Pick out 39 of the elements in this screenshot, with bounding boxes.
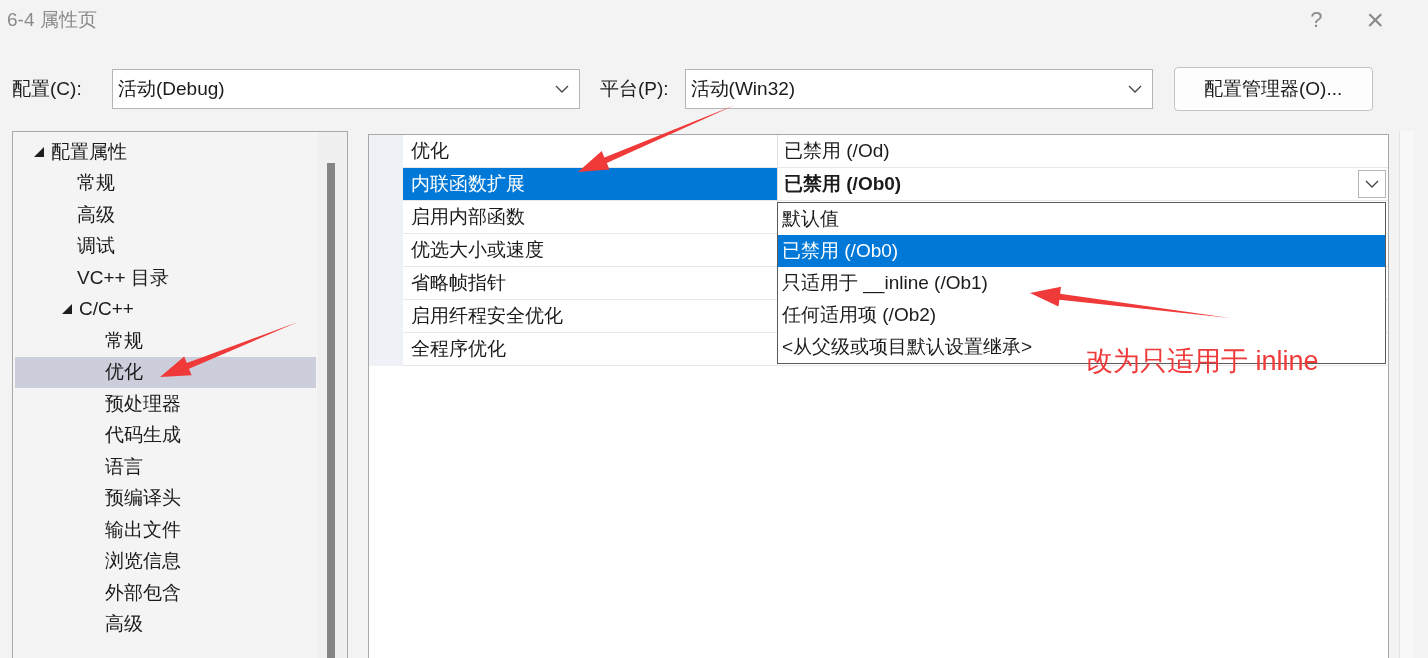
scrollbar-thumb[interactable] bbox=[327, 163, 335, 658]
configuration-dropdown[interactable]: 活动(Debug) bbox=[112, 69, 580, 109]
dropdown-option[interactable]: 默认值 bbox=[778, 203, 839, 235]
configuration-manager-button[interactable]: 配置管理器(O)... bbox=[1173, 67, 1373, 111]
tree-item[interactable]: 预编译头 bbox=[15, 482, 316, 514]
platform-label: 平台(P): bbox=[600, 77, 669, 101]
platform-dropdown[interactable]: 活动(Win32) bbox=[684, 69, 1153, 109]
tree-item[interactable]: 常规 bbox=[15, 325, 316, 357]
dropdown-option[interactable]: 已禁用 (/Ob0) bbox=[778, 235, 1385, 267]
dropdown-option[interactable]: <从父级或项目默认设置继承> bbox=[778, 331, 1033, 363]
tree-item[interactable]: 常规 bbox=[15, 167, 316, 199]
tree-item[interactable]: 预处理器 bbox=[15, 388, 316, 420]
chevron-down-icon bbox=[1365, 180, 1379, 188]
property-name[interactable]: 内联函数扩展 bbox=[403, 168, 778, 201]
configuration-label: 配置(C): bbox=[12, 77, 83, 101]
chevron-down-icon bbox=[555, 85, 569, 93]
dropdown-option[interactable]: 只适用于 __inline (/Ob1) bbox=[778, 267, 988, 299]
tree-item[interactable]: 语言 bbox=[15, 451, 316, 483]
tree-item[interactable]: 调试 bbox=[15, 230, 316, 262]
row-gutter bbox=[369, 333, 403, 366]
tree-item[interactable]: C/C++ bbox=[15, 293, 316, 325]
property-value: 已禁用 (/Ob0) bbox=[784, 172, 902, 196]
tree-item[interactable]: 输出文件 bbox=[15, 514, 316, 546]
row-gutter bbox=[369, 135, 403, 168]
tree-item[interactable]: 配置属性 bbox=[15, 136, 316, 168]
dropdown-button[interactable] bbox=[1358, 170, 1386, 198]
tree-item[interactable]: 代码生成 bbox=[15, 419, 316, 451]
tree-item[interactable]: 高级 bbox=[15, 608, 316, 640]
window-title: 6-4 属性页 bbox=[7, 8, 97, 32]
tree-item[interactable]: 优化 bbox=[15, 356, 316, 388]
chevron-down-icon bbox=[1127, 85, 1142, 93]
expanded-triangle-icon[interactable] bbox=[61, 303, 73, 316]
expanded-triangle-icon[interactable] bbox=[33, 145, 45, 158]
property-value: 已禁用 (/Od) bbox=[784, 139, 890, 163]
tree-item[interactable]: 高级 bbox=[15, 199, 316, 231]
tree-item[interactable]: VC++ 目录 bbox=[15, 262, 316, 294]
tree-item[interactable]: 浏览信息 bbox=[15, 545, 316, 577]
tree-item[interactable]: 外部包含 bbox=[15, 577, 316, 609]
dropdown-option[interactable]: 任何适用项 (/Ob2) bbox=[778, 299, 937, 331]
